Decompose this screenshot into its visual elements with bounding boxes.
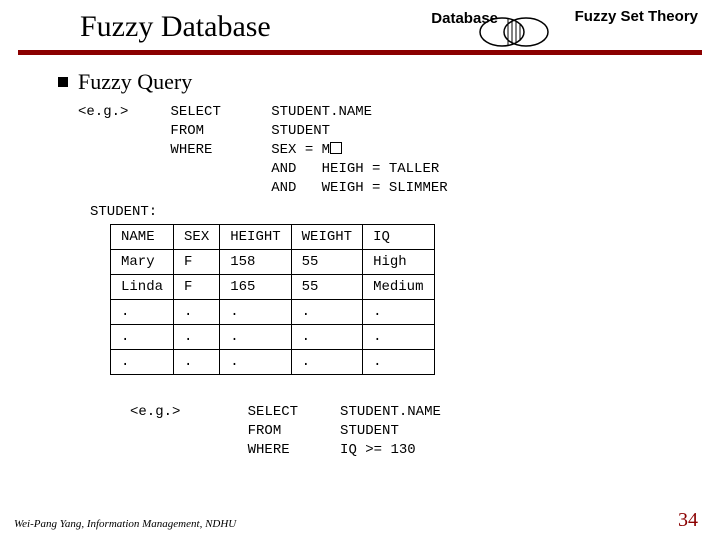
square-bullet-icon (58, 77, 68, 87)
table-row: Linda F 165 55 Medium (111, 275, 435, 300)
cell: 55 (291, 275, 362, 300)
q2-line1: SELECT STUDENT.NAME (248, 404, 441, 420)
cell: . (220, 325, 291, 350)
cell: . (220, 350, 291, 375)
col-iq: IQ (363, 225, 434, 250)
slide-title: Fuzzy Database (80, 10, 271, 44)
cell: High (363, 250, 434, 275)
q1-line3-pre: WHERE SEX = M (170, 142, 330, 158)
venn-label-fuzzy: Fuzzy Set Theory (575, 8, 698, 25)
footer-author: Wei-Pang Yang, Information Management, N… (14, 518, 236, 530)
q2-line2: FROM STUDENT (248, 423, 399, 439)
cell: . (111, 300, 174, 325)
cell: Medium (363, 275, 434, 300)
cell: F (174, 250, 220, 275)
cell: F (174, 275, 220, 300)
cell: 158 (220, 250, 291, 275)
student-table-label: STUDENT: (90, 203, 700, 222)
cell: Mary (111, 250, 174, 275)
table-row: Mary F 158 55 High (111, 250, 435, 275)
cell: . (174, 350, 220, 375)
q1-line1: SELECT STUDENT.NAME (170, 104, 372, 120)
table-row: . . . . . (111, 300, 435, 325)
venn-diagram-icon (478, 12, 550, 52)
q1-line2: FROM STUDENT (170, 123, 330, 139)
section-heading: Fuzzy Query (78, 69, 192, 95)
cell: . (291, 300, 362, 325)
cell: . (363, 325, 434, 350)
eg-tag: <e.g.> (130, 404, 180, 420)
eg-tag: <e.g.> (78, 104, 128, 120)
cell: . (111, 350, 174, 375)
q1-line5: AND WEIGH = SLIMMER (170, 180, 447, 196)
col-sex: SEX (174, 225, 220, 250)
q2-line3: WHERE IQ >= 130 (248, 442, 416, 458)
placeholder-box-icon (330, 142, 342, 154)
query-example-1: <e.g.> SELECT STUDENT.NAME FROM STUDENT … (78, 103, 700, 197)
cell: . (174, 325, 220, 350)
cell: . (363, 350, 434, 375)
col-name: NAME (111, 225, 174, 250)
student-table: NAME SEX HEIGHT WEIGHT IQ Mary F 158 55 … (110, 224, 435, 375)
table-row: . . . . . (111, 350, 435, 375)
cell: . (174, 300, 220, 325)
page-number: 34 (678, 509, 698, 532)
cell: . (291, 350, 362, 375)
cell: 165 (220, 275, 291, 300)
cell: . (291, 325, 362, 350)
cell: . (220, 300, 291, 325)
col-height: HEIGHT (220, 225, 291, 250)
q1-line4: AND HEIGH = TALLER (170, 161, 439, 177)
cell: . (111, 325, 174, 350)
table-row: . . . . . (111, 325, 435, 350)
cell: . (363, 300, 434, 325)
query-example-2: <e.g.> SELECT STUDENT.NAME FROM STUDENT … (130, 403, 700, 460)
cell: 55 (291, 250, 362, 275)
table-header-row: NAME SEX HEIGHT WEIGHT IQ (111, 225, 435, 250)
col-weight: WEIGHT (291, 225, 362, 250)
cell: Linda (111, 275, 174, 300)
